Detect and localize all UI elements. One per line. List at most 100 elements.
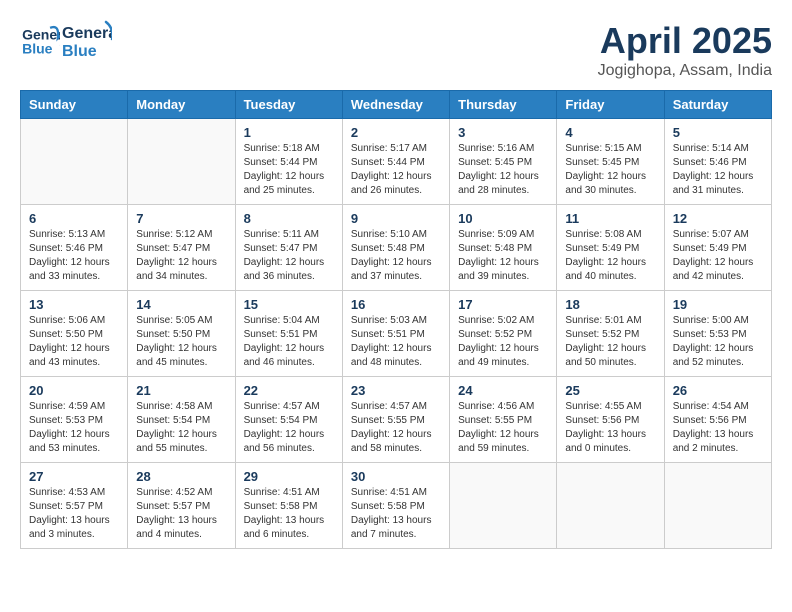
calendar-week-row: 1Sunrise: 5:18 AM Sunset: 5:44 PM Daylig…: [21, 119, 772, 205]
calendar-cell: 29 Sunrise: 4:51 AM Sunset: 5:58 PM Dayli…: [235, 463, 342, 549]
svg-text:Blue: Blue: [22, 40, 53, 56]
calendar-cell: 24 Sunrise: 4:56 AM Sunset: 5:55 PM Dayli…: [450, 377, 557, 463]
day-number: 23: [351, 383, 441, 398]
day-number: 9: [351, 211, 441, 226]
day-info: Sunrise: 4:53 AM Sunset: 5:57 PM Dayligh…: [29, 486, 119, 542]
calendar-cell: 23 Sunrise: 4:57 AM Sunset: 5:55 PM Dayli…: [342, 377, 449, 463]
calendar-cell: [128, 119, 235, 205]
calendar-week-row: 6 Sunrise: 5:13 AM Sunset: 5:46 PM Daylig…: [21, 205, 772, 291]
day-info: Sunrise: 5:11 AM Sunset: 5:47 PM Dayligh…: [244, 228, 334, 284]
day-info: Sunrise: 5:17 AM Sunset: 5:44 PM Dayligh…: [351, 142, 441, 198]
day-info: Sunrise: 5:10 AM Sunset: 5:48 PM Dayligh…: [351, 228, 441, 284]
day-info: Sunrise: 5:16 AM Sunset: 5:45 PM Dayligh…: [458, 142, 548, 198]
day-info: Sunrise: 4:55 AM Sunset: 5:56 PM Dayligh…: [565, 400, 655, 456]
day-number: 13: [29, 297, 119, 312]
day-info: Sunrise: 5:00 AM Sunset: 5:53 PM Dayligh…: [673, 314, 763, 370]
day-info: Sunrise: 5:08 AM Sunset: 5:49 PM Dayligh…: [565, 228, 655, 284]
weekday-header-saturday: Saturday: [664, 91, 771, 119]
svg-text:Blue: Blue: [62, 43, 97, 60]
day-number: 20: [29, 383, 119, 398]
day-info: Sunrise: 4:56 AM Sunset: 5:55 PM Dayligh…: [458, 400, 548, 456]
day-number: 6: [29, 211, 119, 226]
day-info: Sunrise: 5:12 AM Sunset: 5:47 PM Dayligh…: [136, 228, 226, 284]
calendar-cell: 28Sunrise: 4:52 AM Sunset: 5:57 PM Dayli…: [128, 463, 235, 549]
calendar-week-row: 13 Sunrise: 5:06 AM Sunset: 5:50 PM Dayli…: [21, 291, 772, 377]
calendar-cell: 6 Sunrise: 5:13 AM Sunset: 5:46 PM Daylig…: [21, 205, 128, 291]
day-info: Sunrise: 5:02 AM Sunset: 5:52 PM Dayligh…: [458, 314, 548, 370]
title-block: April 2025 Jogighopa, Assam, India: [598, 20, 772, 80]
day-info: Sunrise: 5:15 AM Sunset: 5:45 PM Dayligh…: [565, 142, 655, 198]
day-info: Sunrise: 5:01 AM Sunset: 5:52 PM Dayligh…: [565, 314, 655, 370]
logo-svg: General Blue: [62, 20, 112, 62]
calendar-cell: 4 Sunrise: 5:15 AM Sunset: 5:45 PM Daylig…: [557, 119, 664, 205]
day-number: 21: [136, 383, 226, 398]
page-header: General Blue General Blue April 2025 Jog…: [20, 20, 772, 80]
day-info: Sunrise: 5:06 AM Sunset: 5:50 PM Dayligh…: [29, 314, 119, 370]
weekday-header-sunday: Sunday: [21, 91, 128, 119]
day-number: 18: [565, 297, 655, 312]
calendar-cell: 3Sunrise: 5:16 AM Sunset: 5:45 PM Daylig…: [450, 119, 557, 205]
calendar-week-row: 20 Sunrise: 4:59 AM Sunset: 5:53 PM Dayli…: [21, 377, 772, 463]
calendar-cell: 26 Sunrise: 4:54 AM Sunset: 5:56 PM Dayli…: [664, 377, 771, 463]
logo-icon: General Blue: [20, 24, 60, 59]
day-number: 24: [458, 383, 548, 398]
day-info: Sunrise: 5:13 AM Sunset: 5:46 PM Dayligh…: [29, 228, 119, 284]
weekday-header-friday: Friday: [557, 91, 664, 119]
day-number: 27: [29, 469, 119, 484]
day-info: Sunrise: 4:54 AM Sunset: 5:56 PM Dayligh…: [673, 400, 763, 456]
day-number: 12: [673, 211, 763, 226]
day-number: 15: [244, 297, 334, 312]
calendar-cell: 25 Sunrise: 4:55 AM Sunset: 5:56 PM Dayli…: [557, 377, 664, 463]
day-number: 5: [673, 125, 763, 140]
day-info: Sunrise: 4:59 AM Sunset: 5:53 PM Dayligh…: [29, 400, 119, 456]
calendar-cell: 2 Sunrise: 5:17 AM Sunset: 5:44 PM Daylig…: [342, 119, 449, 205]
calendar-cell: 21Sunrise: 4:58 AM Sunset: 5:54 PM Dayli…: [128, 377, 235, 463]
day-number: 17: [458, 297, 548, 312]
calendar-cell: [450, 463, 557, 549]
calendar-cell: [557, 463, 664, 549]
day-info: Sunrise: 5:05 AM Sunset: 5:50 PM Dayligh…: [136, 314, 226, 370]
svg-text:General: General: [62, 25, 112, 42]
day-info: Sunrise: 5:18 AM Sunset: 5:44 PM Dayligh…: [244, 142, 334, 198]
day-number: 29: [244, 469, 334, 484]
calendar-cell: 5 Sunrise: 5:14 AM Sunset: 5:46 PM Daylig…: [664, 119, 771, 205]
day-info: Sunrise: 5:03 AM Sunset: 5:51 PM Dayligh…: [351, 314, 441, 370]
calendar-cell: 8 Sunrise: 5:11 AM Sunset: 5:47 PM Daylig…: [235, 205, 342, 291]
day-number: 14: [136, 297, 226, 312]
calendar-cell: 12 Sunrise: 5:07 AM Sunset: 5:49 PM Dayli…: [664, 205, 771, 291]
calendar-cell: 13 Sunrise: 5:06 AM Sunset: 5:50 PM Dayli…: [21, 291, 128, 377]
calendar-cell: 11Sunrise: 5:08 AM Sunset: 5:49 PM Dayli…: [557, 205, 664, 291]
day-info: Sunrise: 5:07 AM Sunset: 5:49 PM Dayligh…: [673, 228, 763, 284]
day-info: Sunrise: 4:51 AM Sunset: 5:58 PM Dayligh…: [244, 486, 334, 542]
day-info: Sunrise: 5:04 AM Sunset: 5:51 PM Dayligh…: [244, 314, 334, 370]
day-number: 8: [244, 211, 334, 226]
calendar-cell: 18 Sunrise: 5:01 AM Sunset: 5:52 PM Dayli…: [557, 291, 664, 377]
calendar-cell: 27 Sunrise: 4:53 AM Sunset: 5:57 PM Dayli…: [21, 463, 128, 549]
calendar-cell: [664, 463, 771, 549]
calendar-cell: 1Sunrise: 5:18 AM Sunset: 5:44 PM Daylig…: [235, 119, 342, 205]
day-info: Sunrise: 4:57 AM Sunset: 5:55 PM Dayligh…: [351, 400, 441, 456]
weekday-header-monday: Monday: [128, 91, 235, 119]
day-info: Sunrise: 4:57 AM Sunset: 5:54 PM Dayligh…: [244, 400, 334, 456]
weekday-header-row: SundayMondayTuesdayWednesdayThursdayFrid…: [21, 91, 772, 119]
day-info: Sunrise: 5:14 AM Sunset: 5:46 PM Dayligh…: [673, 142, 763, 198]
calendar-cell: 16 Sunrise: 5:03 AM Sunset: 5:51 PM Dayli…: [342, 291, 449, 377]
day-number: 25: [565, 383, 655, 398]
day-number: 4: [565, 125, 655, 140]
day-number: 22: [244, 383, 334, 398]
calendar-cell: 19Sunrise: 5:00 AM Sunset: 5:53 PM Dayli…: [664, 291, 771, 377]
day-number: 26: [673, 383, 763, 398]
month-title: April 2025: [598, 20, 772, 62]
day-number: 7: [136, 211, 226, 226]
day-number: 28: [136, 469, 226, 484]
day-number: 2: [351, 125, 441, 140]
calendar-cell: 9 Sunrise: 5:10 AM Sunset: 5:48 PM Daylig…: [342, 205, 449, 291]
day-number: 10: [458, 211, 548, 226]
day-number: 16: [351, 297, 441, 312]
weekday-header-tuesday: Tuesday: [235, 91, 342, 119]
day-number: 30: [351, 469, 441, 484]
calendar-cell: 30Sunrise: 4:51 AM Sunset: 5:58 PM Dayli…: [342, 463, 449, 549]
calendar-cell: 20 Sunrise: 4:59 AM Sunset: 5:53 PM Dayli…: [21, 377, 128, 463]
logo: General Blue General Blue: [20, 20, 112, 62]
calendar-table: SundayMondayTuesdayWednesdayThursdayFrid…: [20, 90, 772, 549]
